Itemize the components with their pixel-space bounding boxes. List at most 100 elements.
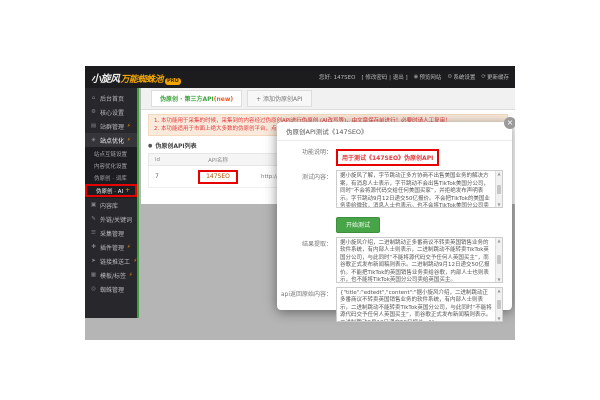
scroll-thumb[interactable] <box>497 255 501 264</box>
scroll-thumb[interactable] <box>497 184 501 194</box>
cell-api-name: 147SEO <box>175 169 261 184</box>
cell-id: 7 <box>155 173 159 180</box>
test-content-label: 测试内容： <box>301 174 332 181</box>
scroll-thumb[interactable] <box>497 299 501 309</box>
logo-text-main: 小旋风 <box>91 73 120 85</box>
preview-site-link[interactable]: ◉ 预览网站 <box>414 73 442 81</box>
preview-site-label: 预览网站 <box>419 75 442 81</box>
top-header-bar: 小旋风 万能蜘蛛池 PRO 您好: 147SEO [ 修改密码 | 退出 ] ◉… <box>85 66 515 88</box>
col-id: id <box>155 156 161 163</box>
diamond-icon: ◈ <box>91 137 96 143</box>
submenu-item-content-optimize[interactable]: 内容优化设置 <box>85 160 137 172</box>
submenu-item-spin-ai[interactable]: 伪原创 · AI + <box>85 184 137 197</box>
tab-add-spin-api[interactable]: + 添加伪原创API <box>247 90 312 107</box>
textarea-scrollbar[interactable]: ▲ ▼ <box>495 171 502 207</box>
refresh-cache-link[interactable]: ⟳ 更新缓存 <box>481 73 509 81</box>
scroll-down-icon: ▼ <box>497 315 501 321</box>
result-label: 结果提取： <box>301 240 332 248</box>
new-badge: (new) <box>213 96 234 103</box>
hot-flame-icon: ⚡ <box>129 272 133 278</box>
gear-icon: ⚙ <box>91 109 96 115</box>
admin-app-window: 小旋风 万能蜘蛛池 PRO 您好: 147SEO [ 修改密码 | 退出 ] ◉… <box>85 66 515 340</box>
raw-label: api返回原始内容： <box>280 290 332 298</box>
tab-third-party-api[interactable]: 伪原创 · 第三方API(new) <box>151 90 243 107</box>
sidebar-item-content-library[interactable]: ▣ 内容库 <box>85 198 137 212</box>
hot-flame-icon: ⚡ <box>127 123 131 129</box>
system-settings-link[interactable]: ⚙ 系统设置 <box>447 73 475 81</box>
form-row-test-content: 测试内容： 据小旋风了解，字节跳动正多方协商不出售美国业务的解决方案，有消息人士… <box>280 170 503 208</box>
menu-icon: ☰ <box>91 230 96 236</box>
app-logo: 小旋风 万能蜘蛛池 PRO <box>91 70 181 85</box>
gear-icon: ⚙ <box>447 74 453 80</box>
account-links[interactable]: [ 修改密码 | 退出 ] <box>361 73 407 81</box>
desc-value-wrap: 用于测试《147SEO》伪原创API <box>336 145 503 166</box>
col-api-name: API名称 <box>208 157 228 164</box>
sidebar-nav: ⌂ 后台首页 ⚙ 核心设置 ▤ 站群管理 ⚡ ◈ 站点优化 ⚡ 站点互链设置 内… <box>85 88 139 318</box>
header-right-area: 您好: 147SEO [ 修改密码 | 退出 ] ◉ 预览网站 ⚙ 系统设置 ⟳… <box>319 73 509 81</box>
target-icon: ◎ <box>91 286 96 292</box>
desc-value-highlight: 用于测试《147SEO》伪原创API <box>336 149 440 166</box>
tab-bar: 伪原创 · 第三方API(new) + 添加伪原创API <box>141 88 515 110</box>
modal-title: 伪原创API测试《147SEO》 <box>277 122 512 141</box>
start-spacer <box>280 212 336 214</box>
close-icon[interactable]: × <box>504 117 515 129</box>
scroll-down-icon: ▼ <box>497 276 501 282</box>
sidebar-item-site-group[interactable]: ▤ 站群管理 ⚡ <box>85 119 137 133</box>
scroll-up-icon: ▲ <box>497 171 501 176</box>
form-row-raw: api返回原始内容： {"title":"edtedt","content":"… <box>280 286 503 322</box>
hot-flame-icon: ⚡ <box>127 244 131 250</box>
submenu-item-spin-thesaurus[interactable]: 伪原创 · 词库 <box>85 172 137 184</box>
desc-label: 功能说明： <box>301 149 332 156</box>
modal-body: 功能说明： 用于测试《147SEO》伪原创API 测试内容： 据小旋风了解，字节… <box>277 141 512 331</box>
home-icon: ⌂ <box>91 95 96 101</box>
library-icon: ▣ <box>90 202 97 208</box>
system-settings-label: 系统设置 <box>453 75 476 81</box>
form-row-start: 开始测试 <box>280 212 503 233</box>
bullet-icon: ● <box>148 142 153 149</box>
screenshot-canvas: 小旋风 万能蜘蛛池 PRO 您好: 147SEO [ 修改密码 | 退出 ] ◉… <box>0 0 600 400</box>
app-body: ⌂ 后台首页 ⚙ 核心设置 ▤ 站群管理 ⚡ ◈ 站点优化 ⚡ 站点互链设置 内… <box>85 88 515 340</box>
form-row-result: 结果提取： 据小旋风介绍，二进制跳动正多番商议不转卖英国销售业务的软件系统，有内… <box>280 236 503 283</box>
user-greeting: 您好: 147SEO <box>319 75 356 81</box>
scroll-up-icon: ▲ <box>497 287 501 293</box>
list-icon: ▤ <box>90 123 97 129</box>
sidebar-item-link-push-tool[interactable]: ➤ 链接推送工具 ⚡ <box>85 254 137 268</box>
eye-icon: ◉ <box>413 74 419 80</box>
raw-textarea[interactable]: {"title":"edtedt","content":"据小旋风介绍，二进制跳… <box>336 286 503 322</box>
sidebar-item-spider-manage[interactable]: ◎ 蜘蛛管理 <box>85 282 137 296</box>
result-textarea[interactable]: 据小旋风介绍，二进制跳动正多番商议不转卖英国销售业务的软件系统，有内部人士则表示… <box>336 236 503 283</box>
plus-marker-icon: + <box>125 187 131 194</box>
hot-flame-icon: ⚡ <box>127 137 131 143</box>
raw-wrap: {"title":"edtedt","content":"据小旋风介绍，二进制跳… <box>336 286 503 322</box>
hot-flame-icon: ⚡ <box>133 258 137 264</box>
submenu-item-site-interlink[interactable]: 站点互链设置 <box>85 148 137 160</box>
pencil-icon: ✎ <box>91 216 96 222</box>
textarea-scrollbar[interactable]: ▲ ▼ <box>495 287 502 321</box>
sidebar-item-links-keywords[interactable]: ✎ 外链/关键词 <box>85 212 137 226</box>
sidebar-item-plugins[interactable]: ✚ 插件管理 ⚡ <box>85 240 137 254</box>
test-content-textarea[interactable]: 据小旋风了解，字节跳动正多方协商不出售美国业务的解决方案，有消息人士表示，字节跳… <box>336 170 503 208</box>
start-test-button[interactable]: 开始测试 <box>336 216 381 233</box>
start-wrap: 开始测试 <box>336 212 503 233</box>
sidebar-submenu-site-optimize: 站点互链设置 内容优化设置 伪原创 · 词库 伪原创 · AI + <box>85 147 137 198</box>
scroll-up-icon: ▲ <box>497 237 501 243</box>
refresh-icon: ⟳ <box>481 74 486 80</box>
sidebar-item-site-optimize[interactable]: ◈ 站点优化 ⚡ <box>85 133 137 147</box>
grid-icon: ▦ <box>90 272 97 278</box>
sidebar-item-dashboard[interactable]: ⌂ 后台首页 <box>85 91 137 105</box>
form-row-description: 功能说明： 用于测试《147SEO》伪原创API <box>280 145 503 166</box>
refresh-cache-label: 更新缓存 <box>486 75 509 81</box>
sidebar-item-core-settings[interactable]: ⚙ 核心设置 <box>85 105 137 119</box>
test-content-wrap: 据小旋风了解，字节跳动正多方协商不出售美国业务的解决方案，有消息人士表示，字节跳… <box>336 170 503 208</box>
api-name-highlight: 147SEO <box>198 169 238 184</box>
scroll-down-icon: ▼ <box>497 202 501 207</box>
logo-text-accent: 万能蜘蛛池 <box>120 74 164 85</box>
sidebar-item-collection[interactable]: ☰ 采集管理 <box>85 226 137 240</box>
textarea-scrollbar[interactable]: ▲ ▼ <box>495 237 502 282</box>
api-test-modal: × 伪原创API测试《147SEO》 功能说明： 用于测试《147SEO》伪原创… <box>277 117 515 322</box>
logo-version-badge: PRO <box>165 77 181 85</box>
result-wrap: 据小旋风介绍，二进制跳动正多番商议不转卖英国销售业务的软件系统，有内部人士则表示… <box>336 236 503 283</box>
plus-icon: ✚ <box>91 244 96 250</box>
sidebar-item-templates-tags[interactable]: ▦ 模板/标签 ⚡ <box>85 268 137 282</box>
arrow-icon: ➤ <box>91 258 96 264</box>
